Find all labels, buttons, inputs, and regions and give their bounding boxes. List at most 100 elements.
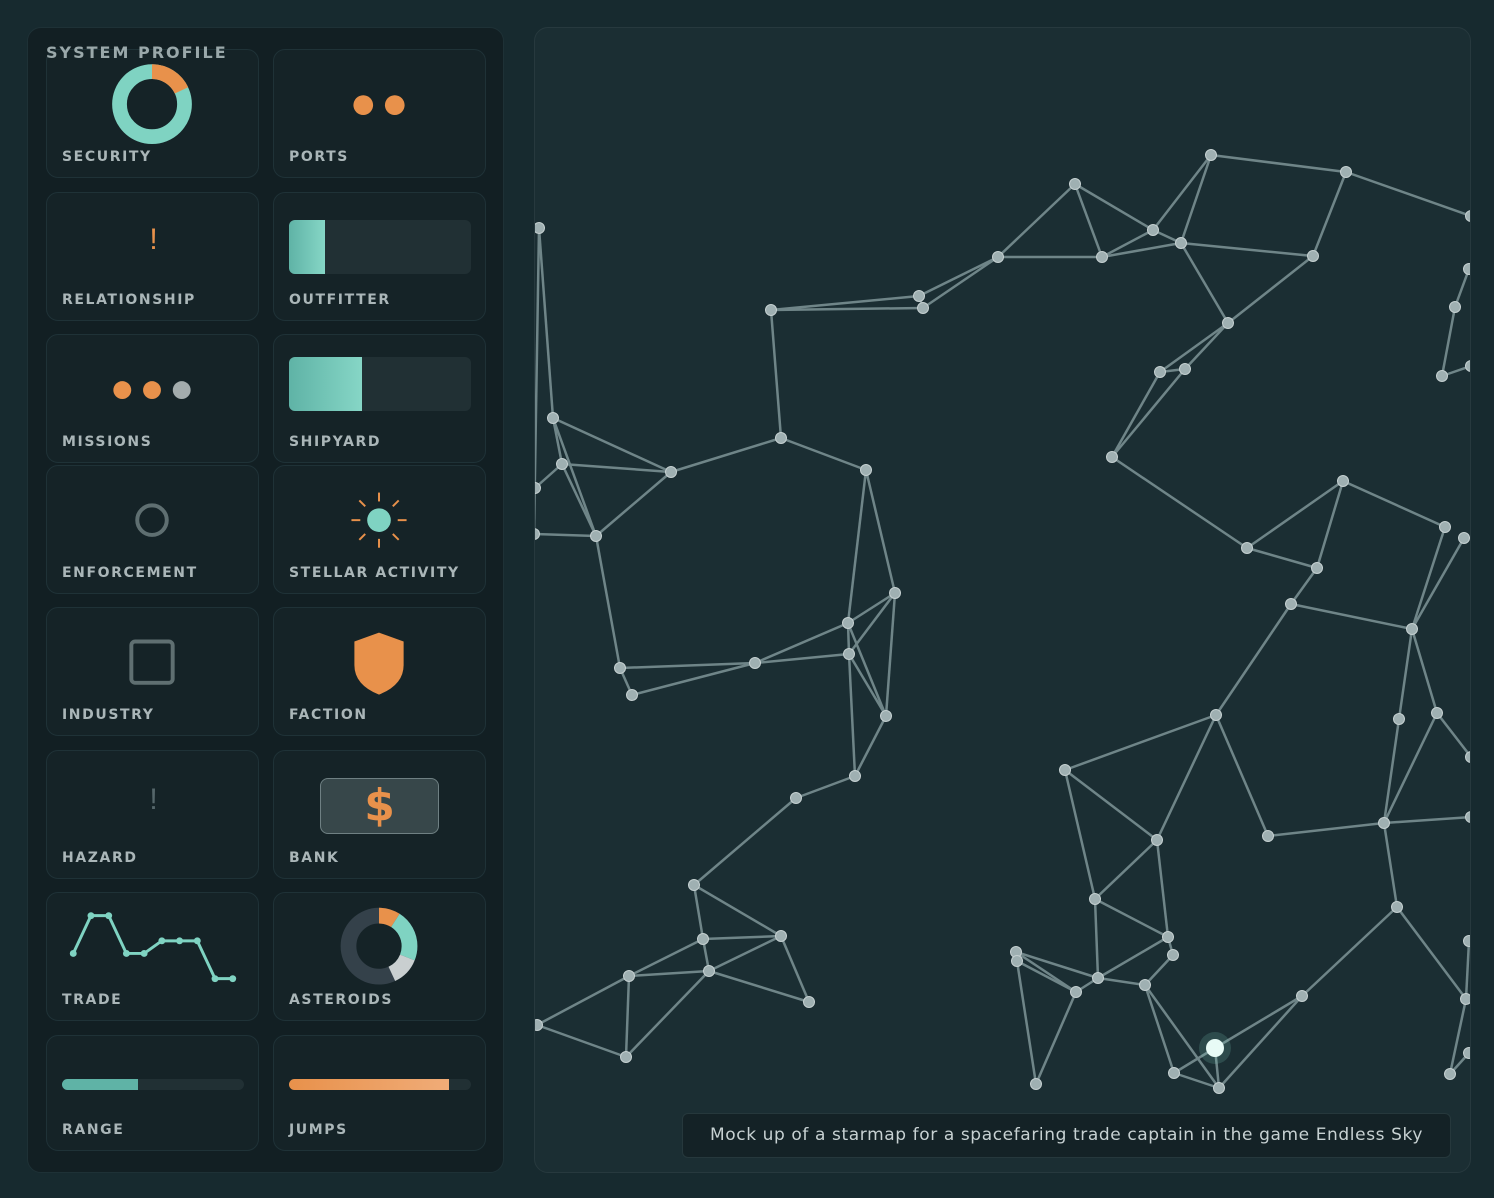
star-system[interactable] (1391, 901, 1403, 913)
star-system[interactable] (697, 933, 709, 945)
star-system[interactable] (535, 222, 545, 234)
shipyard-card[interactable]: SHIPYARD (273, 334, 486, 463)
star-system[interactable] (765, 304, 777, 316)
dollar-icon: $ (364, 780, 395, 831)
starmap-graph[interactable] (535, 28, 1471, 1173)
star-system[interactable] (535, 528, 540, 540)
star-system[interactable] (1205, 149, 1217, 161)
faction-card[interactable]: FACTION (273, 607, 486, 736)
missions-card[interactable]: MISSIONS (46, 334, 259, 463)
star-system[interactable] (556, 458, 568, 470)
star-system[interactable] (889, 587, 901, 599)
star-system[interactable] (1463, 1047, 1472, 1059)
hyperlane (1453, 268, 1470, 308)
star-system[interactable] (665, 466, 677, 478)
asteroids-card[interactable]: ASTEROIDS (273, 892, 486, 1021)
star-system[interactable] (749, 657, 761, 669)
star-system[interactable] (1030, 1078, 1042, 1090)
star-system[interactable] (913, 290, 925, 302)
star-system[interactable] (1096, 251, 1108, 263)
star-system[interactable] (1406, 623, 1418, 635)
outfitter-card[interactable]: OUTFITTER (273, 192, 486, 321)
star-system[interactable] (1465, 751, 1472, 763)
star-system[interactable] (614, 662, 626, 674)
star-system[interactable] (1167, 949, 1179, 961)
jumps-card[interactable]: JUMPS (273, 1035, 486, 1151)
industry-card[interactable]: INDUSTRY (46, 607, 259, 736)
star-system[interactable] (1393, 713, 1405, 725)
star-system[interactable] (1439, 521, 1451, 533)
current-system-marker[interactable] (1206, 1039, 1224, 1057)
star-system[interactable] (790, 792, 802, 804)
star-system[interactable] (1241, 542, 1253, 554)
star-system[interactable] (1222, 317, 1234, 329)
star-system[interactable] (626, 689, 638, 701)
relationship-card[interactable]: ! RELATIONSHIP (46, 192, 259, 321)
star-system[interactable] (1296, 990, 1308, 1002)
star-system[interactable] (1436, 370, 1448, 382)
star-system[interactable] (1069, 178, 1081, 190)
star-system[interactable] (1463, 263, 1472, 275)
star-system[interactable] (1089, 893, 1101, 905)
star-system[interactable] (803, 996, 815, 1008)
bank-card[interactable]: $ BANK (273, 750, 486, 879)
security-card[interactable]: SECURITY (46, 49, 259, 178)
star-system[interactable] (1463, 935, 1472, 947)
star-system[interactable] (1154, 366, 1166, 378)
star-system[interactable] (775, 432, 787, 444)
hazard-card[interactable]: ! HAZARD (46, 750, 259, 879)
star-system[interactable] (1458, 532, 1470, 544)
ports-card[interactable]: PORTS (273, 49, 486, 178)
star-system[interactable] (1059, 764, 1071, 776)
star-system[interactable] (1175, 237, 1187, 249)
star-system[interactable] (535, 1019, 543, 1031)
star-system[interactable] (703, 965, 715, 977)
star-system[interactable] (1449, 301, 1461, 313)
star-system[interactable] (849, 770, 861, 782)
star-system[interactable] (1285, 598, 1297, 610)
star-system[interactable] (688, 879, 700, 891)
star-system[interactable] (1311, 562, 1323, 574)
star-system[interactable] (1460, 993, 1472, 1005)
star-system[interactable] (620, 1051, 632, 1063)
hyperlane (1301, 906, 1398, 997)
star-system[interactable] (1139, 979, 1151, 991)
stellar-activity-card[interactable]: STELLAR ACTIVITY (273, 465, 486, 594)
star-system[interactable] (1179, 363, 1191, 375)
starmap[interactable] (534, 27, 1471, 1173)
star-system[interactable] (1106, 451, 1118, 463)
star-system[interactable] (1337, 475, 1349, 487)
star-system[interactable] (1431, 707, 1443, 719)
star-system[interactable] (1465, 210, 1472, 222)
star-system[interactable] (842, 617, 854, 629)
range-card[interactable]: RANGE (46, 1035, 259, 1151)
star-system[interactable] (1151, 834, 1163, 846)
star-system[interactable] (860, 464, 872, 476)
star-system[interactable] (1210, 709, 1222, 721)
trade-card[interactable]: TRADE (46, 892, 259, 1021)
star-system[interactable] (1262, 830, 1274, 842)
star-system[interactable] (1340, 166, 1352, 178)
star-system[interactable] (1444, 1068, 1456, 1080)
star-system[interactable] (1307, 250, 1319, 262)
star-system[interactable] (775, 930, 787, 942)
star-system[interactable] (1162, 931, 1174, 943)
star-system[interactable] (1465, 811, 1472, 823)
enforcement-card[interactable]: ENFORCEMENT (46, 465, 259, 594)
star-system[interactable] (880, 710, 892, 722)
star-system[interactable] (1168, 1067, 1180, 1079)
star-system[interactable] (1092, 972, 1104, 984)
star-system[interactable] (547, 412, 559, 424)
star-system[interactable] (1011, 955, 1023, 967)
hyperlane (1110, 371, 1162, 458)
star-system[interactable] (1378, 817, 1390, 829)
star-system[interactable] (1213, 1082, 1225, 1094)
star-system[interactable] (1465, 360, 1472, 372)
star-system[interactable] (590, 530, 602, 542)
star-system[interactable] (917, 302, 929, 314)
star-system[interactable] (1147, 224, 1159, 236)
star-system[interactable] (992, 251, 1004, 263)
star-system[interactable] (1070, 986, 1082, 998)
star-system[interactable] (623, 970, 635, 982)
star-system[interactable] (843, 648, 855, 660)
